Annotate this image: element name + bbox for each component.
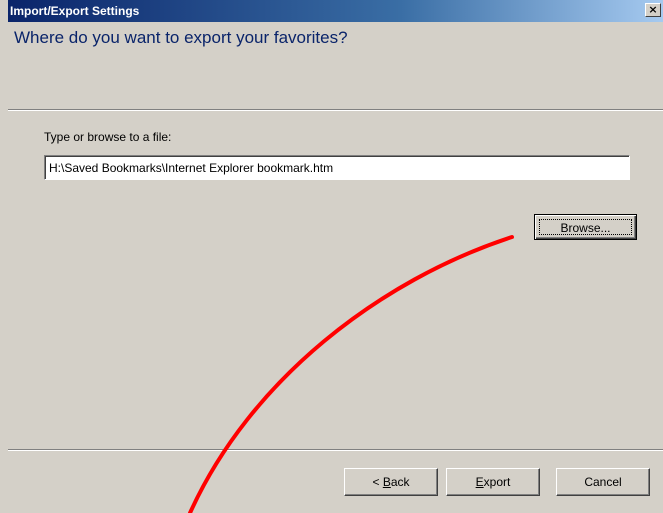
import-export-dialog: Import/Export Settings × Where do you wa… [0,0,663,513]
cancel-button[interactable]: Cancel [556,468,650,496]
back-button[interactable]: < Back [344,468,438,496]
window-title: Import/Export Settings [10,4,140,18]
focus-rect: Browse... [539,219,632,235]
back-accel: B [382,475,391,489]
back-prefix: < [372,475,383,489]
page-title: Where do you want to export your favorit… [14,28,348,47]
browse-label: Browse... [560,221,611,235]
title-bar[interactable]: Import/Export Settings × [8,0,663,22]
cancel-label: Cancel [584,475,622,489]
close-icon: × [648,3,658,16]
export-rest: xport [483,475,511,489]
browse-button[interactable]: Browse... [534,214,637,240]
back-rest: ack [390,475,410,489]
export-button[interactable]: Export [446,468,540,496]
footer-divider [8,449,663,451]
file-prompt-label: Type or browse to a file: [44,130,172,144]
close-button[interactable]: × [645,3,661,17]
header-divider [8,109,663,111]
export-accel: E [475,475,484,489]
file-path-input[interactable] [44,155,630,180]
